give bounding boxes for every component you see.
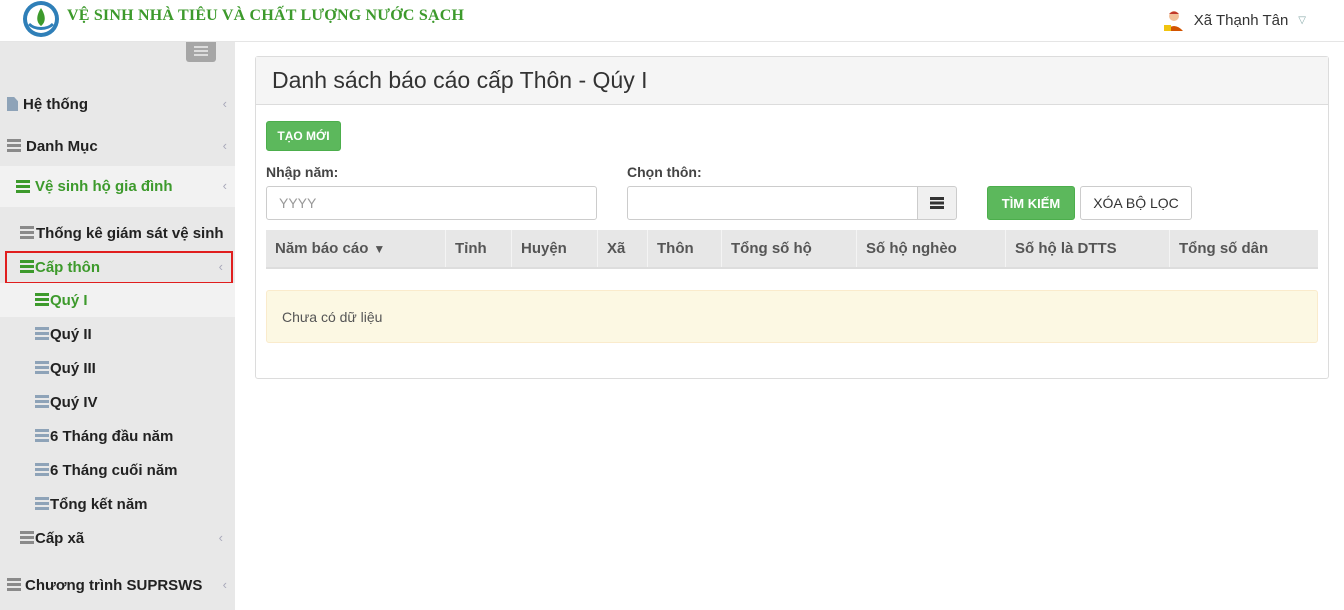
list-icon — [35, 497, 49, 511]
sidebar-item-danh-muc[interactable]: Danh Mục ‹ — [0, 129, 235, 163]
sidebar-item-6-thang-dau-nam[interactable]: 6 Tháng đầu năm — [0, 419, 235, 453]
app-title: VỆ SINH NHÀ TIÊU VÀ CHẤT LƯỢNG NƯỚC SẠCH — [67, 7, 465, 24]
column-header-so-ho-ngheo[interactable]: Số hộ nghèo — [856, 230, 1005, 267]
chevron-down-icon[interactable]: ▽ — [1298, 15, 1306, 26]
sidebar-item-label: Chương trình SUPRSWS — [25, 576, 203, 594]
village-input[interactable] — [627, 186, 918, 220]
sidebar-item-label: Vệ sinh hộ gia đình — [35, 178, 173, 195]
column-header-nam-bao-cao[interactable]: Năm báo cáo ▼ — [266, 230, 445, 267]
sidebar-item-label: Quý IV — [50, 393, 98, 411]
logo-icon — [23, 1, 59, 37]
list-icon — [35, 327, 49, 341]
column-header-thon[interactable]: Thôn — [647, 230, 721, 267]
sidebar-item-6-thang-cuoi-nam[interactable]: 6 Tháng cuối năm — [0, 453, 235, 487]
chevron-left-icon: ‹ — [218, 530, 223, 545]
clear-filter-button[interactable]: XÓA BỘ LỌC — [1080, 186, 1192, 220]
sidebar-item-chuong-trinh-suprsws[interactable]: Chương trình SUPRSWS ‹ — [0, 568, 235, 602]
list-icon — [16, 179, 30, 194]
sidebar-item-label: 6 Tháng đầu năm — [50, 427, 174, 445]
column-header-label: Năm báo cáo — [275, 240, 369, 257]
sidebar-item-quy-4[interactable]: Quý IV — [0, 385, 235, 419]
sidebar-toggle-button[interactable] — [186, 42, 216, 62]
user-name[interactable]: Xã Thạnh Tân — [1194, 12, 1289, 29]
column-header-tinh[interactable]: Tỉnh — [445, 230, 511, 267]
empty-data-message: Chưa có dữ liệu — [266, 290, 1318, 343]
sidebar-item-quy-3[interactable]: Quý III — [0, 351, 235, 385]
user-avatar-icon — [1163, 11, 1183, 31]
list-icon — [35, 361, 49, 375]
list-icon — [930, 197, 944, 209]
chevron-left-icon: ‹ — [222, 138, 227, 153]
sidebar-item-label: Danh Mục — [26, 137, 98, 155]
list-icon — [7, 139, 21, 153]
user-menu[interactable]: Xã Thạnh Tân ▽ — [1162, 8, 1306, 32]
column-header-huyen[interactable]: Huyện — [511, 230, 597, 267]
list-icon — [20, 226, 34, 240]
create-new-button[interactable]: TẠO MỚI — [266, 121, 341, 151]
sidebar-item-he-thong[interactable]: Hệ thống ‹ — [0, 87, 235, 121]
sidebar-item-label: Hệ thống — [23, 95, 88, 113]
search-button[interactable]: TÌM KIẾM — [987, 186, 1075, 220]
sidebar-item-tong-ket-nam[interactable]: Tổng kết năm — [0, 487, 235, 521]
sidebar: Hệ thống ‹ Danh Mục ‹ Vệ sinh hộ gia đìn… — [0, 42, 235, 610]
village-label: Chọn thôn: — [627, 164, 702, 180]
sidebar-item-ve-sinh-ho-gia-dinh[interactable]: Vệ sinh hộ gia đình ‹ — [0, 166, 235, 207]
list-icon — [35, 293, 49, 307]
column-header-xa[interactable]: Xã — [597, 230, 647, 267]
sidebar-item-label: Cấp xã — [35, 529, 85, 547]
list-icon — [35, 429, 49, 443]
top-bar: VỆ SINH NHÀ TIÊU VÀ CHẤT LƯỢNG NƯỚC SẠCH… — [0, 0, 1344, 42]
list-icon — [35, 395, 49, 409]
panel-title: Danh sách báo cáo cấp Thôn - Qúy I — [256, 57, 1328, 105]
list-icon — [35, 463, 49, 477]
year-label: Nhập năm: — [266, 164, 339, 180]
column-header-so-ho-dtts[interactable]: Số hộ là DTTS — [1005, 230, 1169, 267]
year-input[interactable] — [266, 186, 597, 220]
column-header-tong-so-dan[interactable]: Tổng số dân — [1169, 230, 1318, 267]
highlight-box — [5, 251, 233, 284]
sidebar-item-quy-1[interactable]: Quý I — [0, 283, 235, 317]
list-icon — [20, 531, 34, 545]
sidebar-item-label: Quý II — [50, 325, 92, 343]
chevron-left-icon: ‹ — [222, 96, 227, 111]
sidebar-item-quy-2[interactable]: Quý II — [0, 317, 235, 351]
report-panel: Danh sách báo cáo cấp Thôn - Qúy I TẠO M… — [255, 56, 1329, 379]
sidebar-item-cap-xa[interactable]: Cấp xã ‹ — [0, 521, 235, 555]
sort-down-icon[interactable]: ▼ — [373, 242, 385, 256]
chevron-left-icon: ‹ — [222, 178, 227, 193]
village-picker-button[interactable] — [917, 186, 957, 220]
sidebar-item-label: Thống kê giám sát vệ sinh — [36, 224, 224, 242]
list-icon — [7, 578, 21, 592]
sidebar-item-label: Quý III — [50, 359, 96, 377]
sidebar-item-label: Quý I — [50, 291, 88, 309]
sidebar-item-label: 6 Tháng cuối năm — [50, 461, 178, 479]
sidebar-item-thong-ke-giam-sat[interactable]: Thống kê giám sát vệ sinh — [0, 216, 235, 250]
document-icon — [7, 97, 18, 111]
chevron-left-icon: ‹ — [222, 577, 227, 592]
sidebar-item-label: Tổng kết năm — [50, 495, 148, 513]
table-header: Năm báo cáo ▼ Tỉnh Huyện Xã Thôn Tổng số… — [266, 230, 1318, 269]
column-header-tong-so-ho[interactable]: Tổng số hộ — [721, 230, 856, 267]
